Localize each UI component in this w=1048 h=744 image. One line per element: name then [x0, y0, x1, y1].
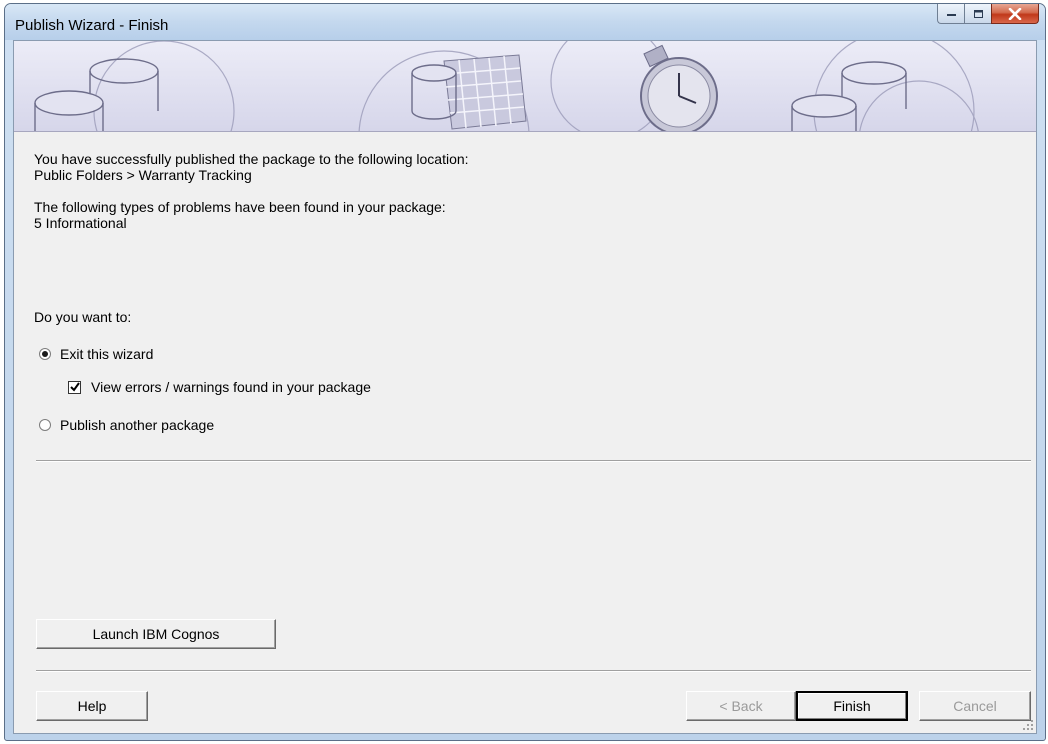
separator: [36, 460, 1031, 462]
close-icon: [1008, 7, 1022, 20]
maximize-button[interactable]: [964, 4, 991, 24]
resize-grip-icon[interactable]: [1022, 719, 1034, 731]
view-errors-label: View errors / warnings found in your pac…: [91, 379, 371, 395]
window-title: Publish Wizard - Finish: [15, 17, 169, 34]
radio-selected-dot: [42, 351, 48, 357]
package-location: Public Folders > Warranty Tracking: [34, 167, 252, 183]
publish-another-radio[interactable]: [39, 419, 51, 431]
publish-another-option[interactable]: Publish another package: [39, 417, 214, 433]
cancel-button[interactable]: Cancel: [919, 691, 1031, 721]
maximize-icon: [973, 9, 983, 18]
window-controls: [937, 4, 1039, 26]
publish-another-label: Publish another package: [60, 417, 215, 433]
view-errors-checkbox[interactable]: [68, 380, 81, 394]
help-button[interactable]: Help: [36, 691, 148, 721]
problems-summary: 5 Informational: [34, 215, 127, 231]
wizard-banner: [14, 41, 1036, 132]
exit-wizard-option[interactable]: Exit this wizard: [39, 346, 153, 362]
checkmark-icon: [69, 382, 80, 392]
publish-wizard-window: Publish Wizard - Finish You have success…: [4, 3, 1046, 741]
wizard-body: You have successfully published the pack…: [13, 40, 1037, 734]
wizard-content: You have successfully published the pack…: [34, 151, 1024, 231]
options-prompt: Do you want to:: [34, 309, 132, 325]
title-bar[interactable]: Publish Wizard - Finish: [5, 4, 1045, 40]
minimize-button[interactable]: [937, 4, 964, 24]
close-button[interactable]: [991, 4, 1039, 24]
banner-illustration: [14, 41, 1036, 131]
exit-wizard-label: Exit this wizard: [60, 346, 154, 362]
problems-intro-text: The following types of problems have bee…: [34, 199, 446, 215]
view-errors-option[interactable]: View errors / warnings found in your pac…: [68, 379, 371, 395]
launch-cognos-button[interactable]: Launch IBM Cognos: [36, 619, 276, 649]
separator: [36, 670, 1031, 672]
back-button[interactable]: < Back: [686, 691, 796, 721]
minimize-icon: [946, 13, 956, 16]
published-intro-text: You have successfully published the pack…: [34, 151, 469, 167]
exit-wizard-radio[interactable]: [39, 348, 51, 360]
finish-button[interactable]: Finish: [796, 691, 908, 721]
